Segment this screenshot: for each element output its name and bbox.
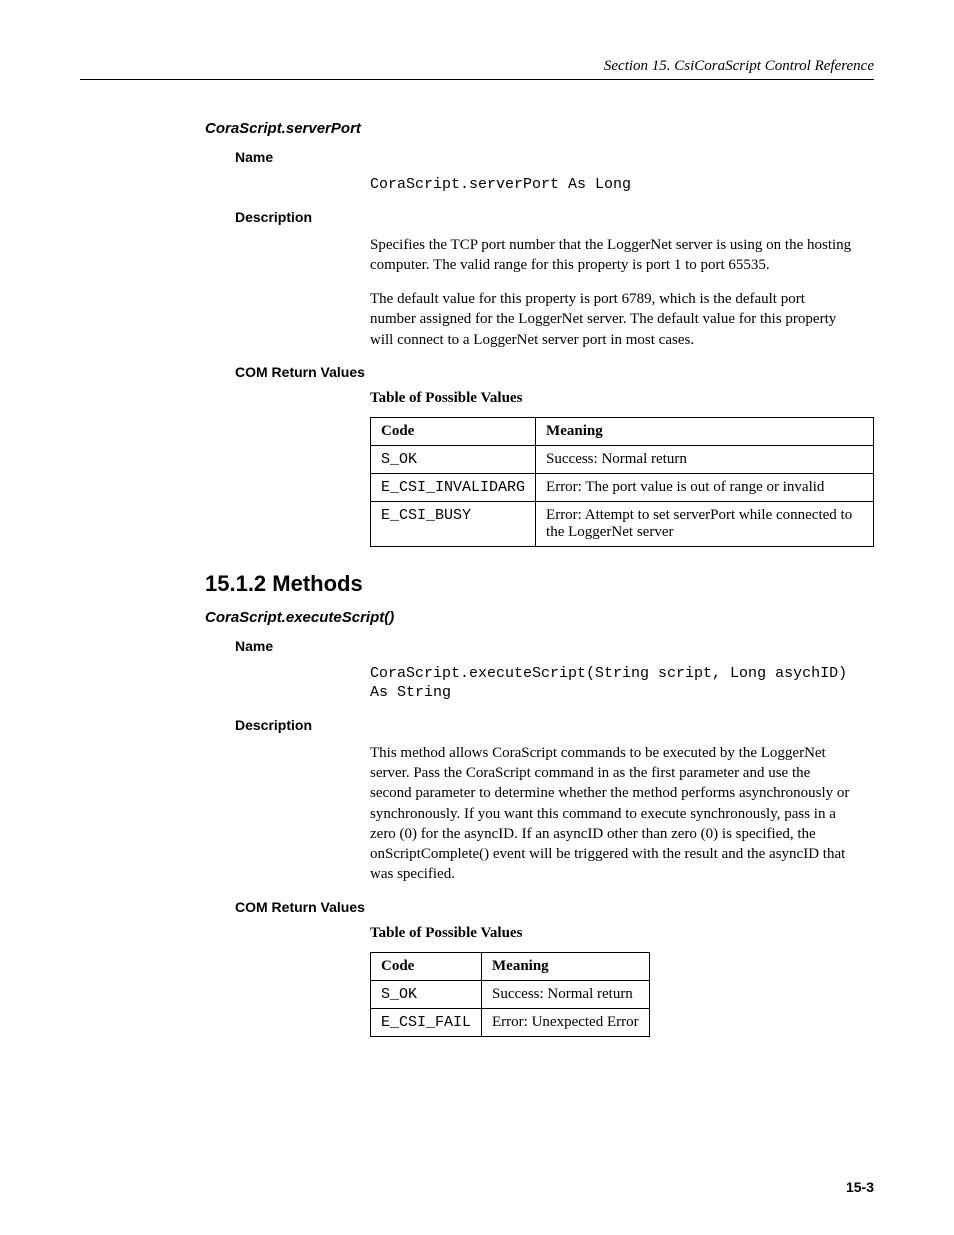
cell-code: S_OK <box>371 445 536 473</box>
table-row: S_OK Success: Normal return <box>371 980 650 1008</box>
page: Section 15. CsiCoraScript Control Refere… <box>0 0 954 1235</box>
cell-code: E_CSI_FAIL <box>371 1008 482 1036</box>
cell-meaning: Error: Attempt to set serverPort while c… <box>536 501 874 546</box>
page-header: Section 15. CsiCoraScript Control Refere… <box>80 58 874 80</box>
cell-meaning: Success: Normal return <box>482 980 650 1008</box>
description-p1: Specifies the TCP port number that the L… <box>370 235 854 276</box>
label-com-return: COM Return Values <box>235 364 874 380</box>
page-number: 15-3 <box>846 1179 874 1195</box>
table-values-2: Code Meaning S_OK Success: Normal return… <box>370 952 650 1037</box>
cell-code: S_OK <box>371 980 482 1008</box>
th-meaning: Meaning <box>482 952 650 980</box>
th-meaning: Meaning <box>536 417 874 445</box>
section-title-serverport: CoraScript.serverPort <box>205 120 874 137</box>
label-description: Description <box>235 209 874 225</box>
th-code: Code <box>371 952 482 980</box>
table-row: E_CSI_INVALIDARG Error: The port value i… <box>371 473 874 501</box>
code-name-serverport: CoraScript.serverPort As Long <box>370 175 854 195</box>
label-name: Name <box>235 149 874 165</box>
label-name-2: Name <box>235 638 874 654</box>
table-row: E_CSI_FAIL Error: Unexpected Error <box>371 1008 650 1036</box>
description-p3: This method allows CoraScript commands t… <box>370 743 854 885</box>
cell-code: E_CSI_INVALIDARG <box>371 473 536 501</box>
cell-meaning: Error: The port value is out of range or… <box>536 473 874 501</box>
table-values-1: Code Meaning S_OK Success: Normal return… <box>370 417 874 547</box>
table-row: E_CSI_BUSY Error: Attempt to set serverP… <box>371 501 874 546</box>
table-caption-2: Table of Possible Values <box>370 925 874 942</box>
label-description-2: Description <box>235 717 874 733</box>
code-name-executescript: CoraScript.executeScript(String script, … <box>370 664 854 703</box>
th-code: Code <box>371 417 536 445</box>
cell-meaning: Error: Unexpected Error <box>482 1008 650 1036</box>
description-p2: The default value for this property is p… <box>370 289 854 350</box>
section-title-executescript: CoraScript.executeScript() <box>205 609 874 626</box>
heading-methods: 15.1.2 Methods <box>205 571 874 597</box>
table-row: S_OK Success: Normal return <box>371 445 874 473</box>
table-header-row: Code Meaning <box>371 417 874 445</box>
table-caption-1: Table of Possible Values <box>370 390 874 407</box>
cell-code: E_CSI_BUSY <box>371 501 536 546</box>
label-com-return-2: COM Return Values <box>235 899 874 915</box>
cell-meaning: Success: Normal return <box>536 445 874 473</box>
table-header-row: Code Meaning <box>371 952 650 980</box>
